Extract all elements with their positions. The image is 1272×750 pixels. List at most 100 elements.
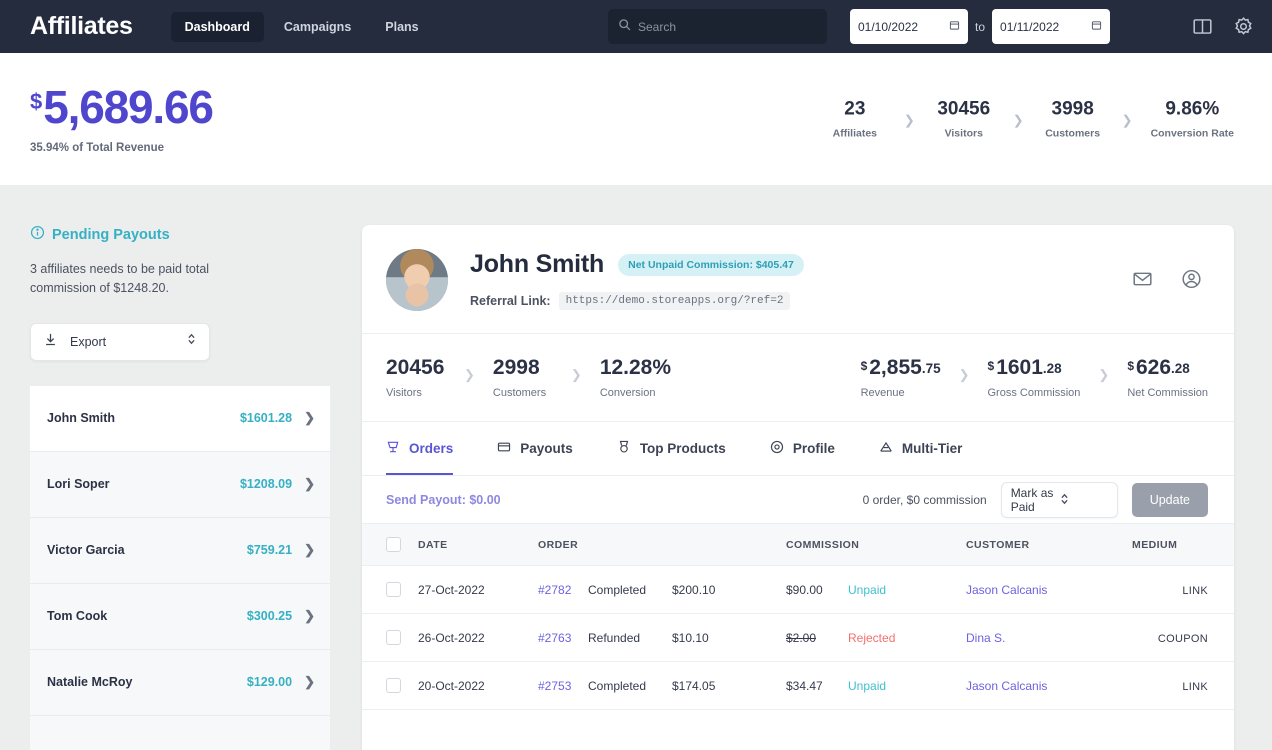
kpi-group: 23 Affiliates ❯ 30456 Visitors ❯ 3998 Cu… <box>822 99 1236 140</box>
order-id-link[interactable]: #2782 <box>538 583 588 597</box>
date-range-picker: 01/10/2022 to 01/11/2022 <box>850 9 1111 44</box>
select-all-checkbox[interactable] <box>386 537 401 553</box>
main-content: Pending Payouts 3 affiliates needs to be… <box>0 185 1272 750</box>
search-input[interactable] <box>638 19 817 34</box>
download-icon <box>43 332 58 352</box>
chevron-right-icon: ❯ <box>570 366 582 382</box>
list-item[interactable]: John Smith $1601.28 ❯ <box>30 385 330 452</box>
row-select-cell <box>362 565 418 615</box>
list-item[interactable]: Lori Soper $1208.09 ❯ <box>30 451 330 518</box>
kpi-visitors: 30456 Visitors <box>931 99 997 140</box>
mark-as-paid-select[interactable]: Mark as Paid <box>1000 482 1118 519</box>
order-id-link[interactable]: #2753 <box>538 679 588 693</box>
stat-label: Conversion <box>599 387 656 400</box>
order-amount: $174.05 <box>672 678 716 693</box>
date-from-field[interactable]: 01/10/2022 <box>850 9 968 44</box>
envelope-icon[interactable] <box>1132 269 1153 290</box>
column-header-customer: CUSTOMER <box>966 523 1132 567</box>
revenue-value: 5,689.66 <box>43 81 214 133</box>
medium-value: LINK <box>1182 584 1208 597</box>
main-nav: Dashboard Campaigns Plans <box>170 11 433 42</box>
chevron-right-icon: ❯ <box>464 366 475 382</box>
affiliate-stats-row: 20456 Visitors ❯ 2998 Customers ❯ 12.28%… <box>362 334 1234 423</box>
pending-payouts-panel: Pending Payouts 3 affiliates needs to be… <box>30 225 330 750</box>
cell-customer: Jason Calcanis <box>966 661 1132 711</box>
list-item[interactable]: Tom Cook $300.25 ❯ <box>30 583 330 650</box>
cell-date: 27-Oct-2022 <box>418 565 538 615</box>
affiliate-name: Lori Soper <box>47 477 110 492</box>
customer-link[interactable]: Jason Calcanis <box>966 679 1047 693</box>
currency-symbol: $ <box>1127 359 1134 373</box>
commission-status: Unpaid <box>848 678 887 693</box>
card-icon <box>497 440 511 457</box>
tab-multi-tier[interactable]: Multi-Tier <box>879 422 962 475</box>
nav-item-campaigns[interactable]: Campaigns <box>270 12 365 42</box>
kpi-customers: 3998 Customers <box>1040 99 1106 140</box>
export-button[interactable]: Export <box>30 322 210 361</box>
column-header-order: ORDER <box>538 523 786 567</box>
chevron-right-icon: ❯ <box>903 112 915 128</box>
column-header-date: DATE <box>418 523 538 567</box>
stat-label: Visitors <box>386 387 422 400</box>
book-icon[interactable] <box>1192 16 1213 37</box>
stat-decimal: .28 <box>1171 361 1190 377</box>
update-button[interactable]: Update <box>1131 483 1208 518</box>
chevron-right-icon: ❯ <box>1012 112 1024 128</box>
chevron-right-icon: ❯ <box>1098 366 1110 382</box>
table-row[interactable]: 27-Oct-2022 #2782 Completed $200.10 $90.… <box>362 565 1234 615</box>
row-checkbox[interactable] <box>386 678 401 694</box>
list-item[interactable]: Natalie McRoy $129.00 ❯ <box>30 649 330 716</box>
calendar-icon <box>1091 19 1102 34</box>
date-from-value: 01/10/2022 <box>858 19 919 34</box>
customer-link[interactable]: Jason Calcanis <box>966 583 1047 597</box>
kpi-label: Customers <box>1045 127 1101 140</box>
nav-item-dashboard[interactable]: Dashboard <box>170 11 264 42</box>
gear-icon[interactable] <box>1233 16 1254 37</box>
cell-customer: Dina S. <box>966 613 1132 663</box>
stat-value: 12.28% <box>599 356 672 379</box>
nav-item-plans[interactable]: Plans <box>371 12 432 42</box>
send-payout-link[interactable]: Send Payout: $0.00 <box>386 493 501 507</box>
list-item[interactable] <box>30 715 330 750</box>
summary-bar: $ 5,689.66 35.94% of Total Revenue 23 Af… <box>0 53 1272 185</box>
user-circle-icon[interactable] <box>1181 269 1202 290</box>
currency-symbol: $ <box>860 359 868 373</box>
tier-icon <box>879 440 893 457</box>
status-badge: Net Unpaid Commission: $405.47 <box>618 253 804 276</box>
cell-date: 26-Oct-2022 <box>418 613 538 663</box>
affiliate-detail-card: John Smith Net Unpaid Commission: $405.4… <box>362 225 1234 750</box>
tab-payouts[interactable]: Payouts <box>497 422 573 475</box>
row-checkbox[interactable] <box>386 630 401 646</box>
search-box[interactable] <box>608 9 827 44</box>
list-item[interactable]: Victor Garcia $759.21 ❯ <box>30 517 330 584</box>
affiliate-card-header: John Smith Net Unpaid Commission: $405.4… <box>362 225 1234 334</box>
currency-symbol: $ <box>30 89 43 114</box>
table-row[interactable]: 20-Oct-2022 #2753 Completed $174.05 $34.… <box>362 661 1234 711</box>
customer-link[interactable]: Dina S. <box>966 631 1005 645</box>
tab-top-products[interactable]: Top Products <box>617 422 726 475</box>
stat-value: 2,855 <box>869 356 922 379</box>
referral-link-value[interactable]: https://demo.storeapps.org/?ref=2 <box>558 292 791 310</box>
calendar-icon <box>949 19 960 34</box>
stat-value: 20456 <box>386 356 445 379</box>
total-revenue-block: $ 5,689.66 35.94% of Total Revenue <box>30 81 214 154</box>
affiliate-amount: $759.21 <box>246 543 293 558</box>
stat-decimal: .75 <box>921 361 941 377</box>
kpi-conversion-rate: 9.86% Conversion Rate <box>1149 99 1236 140</box>
table-row[interactable]: 26-Oct-2022 #2763 Refunded $10.10 $2.00 … <box>362 613 1234 663</box>
order-id-link[interactable]: #2763 <box>538 631 588 645</box>
page-title: John Smith <box>470 250 605 278</box>
date-to-field[interactable]: 01/11/2022 <box>992 9 1111 44</box>
tab-label: Top Products <box>639 441 726 457</box>
tab-profile[interactable]: Profile <box>770 422 835 475</box>
info-circle-icon <box>30 225 45 244</box>
row-select-cell <box>362 661 418 711</box>
commission-amount: $2.00 <box>786 630 817 645</box>
medium-value: LINK <box>1182 680 1208 693</box>
tab-orders[interactable]: Orders <box>386 422 454 476</box>
affiliate-list: John Smith $1601.28 ❯ Lori Soper $1208.0… <box>30 385 330 750</box>
row-select-cell <box>362 613 418 663</box>
row-checkbox[interactable] <box>386 582 401 598</box>
stat-value: 2998 <box>492 356 540 379</box>
cell-order: #2753 Completed $174.05 <box>538 661 786 711</box>
